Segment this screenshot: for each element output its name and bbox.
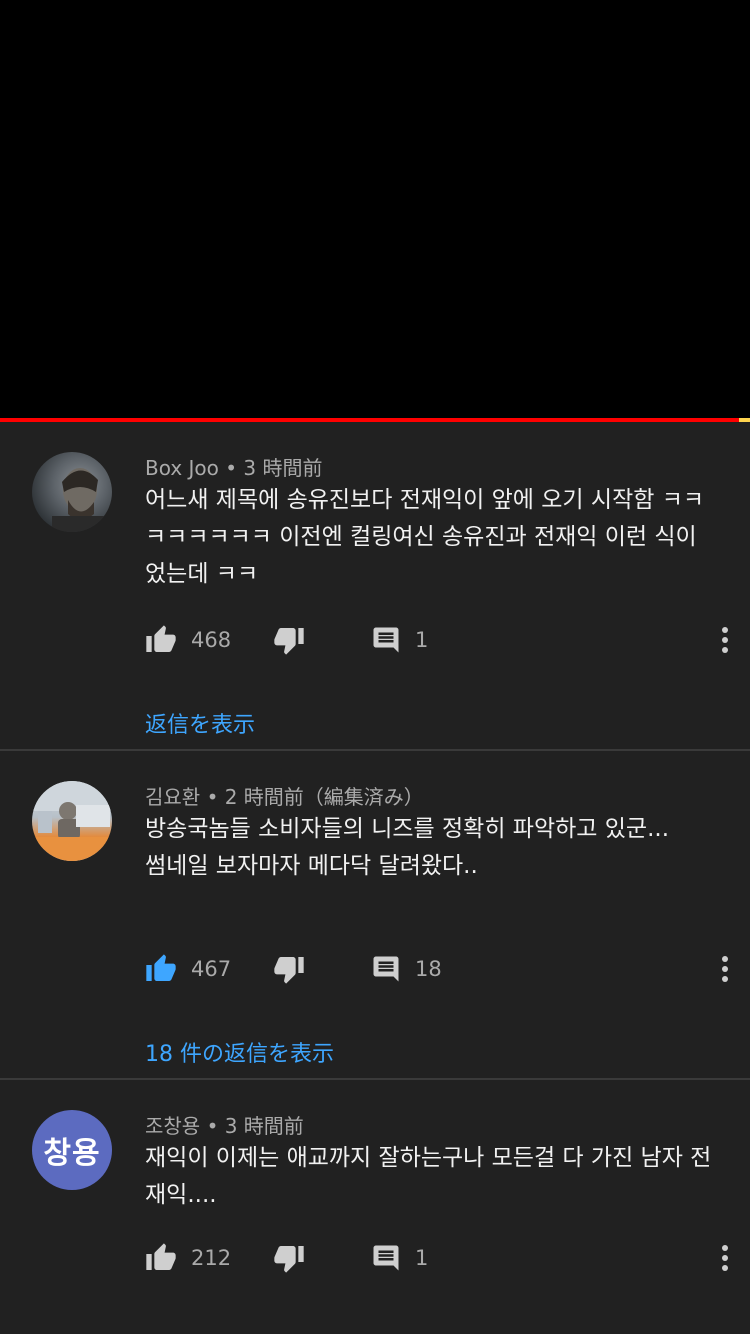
meta-separator: • xyxy=(206,785,225,809)
avatar[interactable] xyxy=(32,452,112,532)
like-count: 468 xyxy=(191,628,232,652)
avatar-portrait-image xyxy=(52,468,112,532)
thumbs-up-icon xyxy=(146,625,176,652)
comment: Box Joo • 3 時間前 어느새 제목에 송유진보다 전재익이 앞에 오기… xyxy=(0,422,750,751)
comment: 창용 조창용 • 3 時間前 재익이 이제는 애교까지 잘하는구나 모든걸 다 … xyxy=(0,1080,750,1320)
reply-button[interactable]: 1 xyxy=(371,620,428,660)
dislike-button[interactable] xyxy=(273,949,305,989)
video-player[interactable] xyxy=(0,0,750,418)
meta-separator: • xyxy=(225,456,244,480)
comment-icon xyxy=(373,627,399,653)
show-replies-link[interactable]: 返信を表示 xyxy=(145,707,255,739)
comments-list: Box Joo • 3 時間前 어느새 제목에 송유진보다 전재익이 앞에 오기… xyxy=(0,422,750,1320)
comment-author[interactable]: Box Joo xyxy=(145,456,219,480)
thumbs-up-icon xyxy=(146,954,176,981)
reply-button[interactable]: 1 xyxy=(371,1238,428,1278)
thumbs-down-icon xyxy=(274,957,304,984)
like-count: 467 xyxy=(191,957,232,981)
dislike-button[interactable] xyxy=(273,620,305,660)
comment-time: 2 時間前（編集済み） xyxy=(224,785,424,809)
avatar-statue-image xyxy=(32,781,112,861)
more-vert-icon xyxy=(722,1245,728,1271)
more-options-button[interactable] xyxy=(715,620,735,660)
comment-actions: 467 18 xyxy=(145,949,735,989)
comment-author[interactable]: 조창용 xyxy=(145,1114,200,1138)
comment-time: 3 時間前 xyxy=(243,456,323,480)
reply-count: 1 xyxy=(415,628,429,652)
comment-meta: Box Joo • 3 時間前 xyxy=(145,452,323,481)
comment-icon xyxy=(373,1245,399,1271)
comment-text: 재익이 이제는 애교까지 잘하는구나 모든걸 다 가진 남자 전재익.... xyxy=(145,1145,712,1208)
comment-icon xyxy=(373,956,399,982)
comment-meta: 김요환 • 2 時間前（編集済み） xyxy=(145,781,424,810)
comment-meta: 조창용 • 3 時間前 xyxy=(145,1110,304,1139)
reply-count: 18 xyxy=(415,957,442,981)
avatar-initials: 창용 xyxy=(43,1136,101,1171)
comment: 김요환 • 2 時間前（編集済み） 방송국놈들 소비자들의 니즈를 정확히 파악… xyxy=(0,751,750,1080)
comment-text: 방송국놈들 소비자들의 니즈를 정확히 파악하고 있군... 썸네일 보자마자 … xyxy=(145,816,670,879)
more-vert-icon xyxy=(722,627,728,653)
more-options-button[interactable] xyxy=(715,949,735,989)
like-button[interactable]: 212 xyxy=(145,1238,231,1278)
more-options-button[interactable] xyxy=(715,1238,735,1278)
like-count: 212 xyxy=(191,1246,232,1270)
comment-author[interactable]: 김요환 xyxy=(145,785,200,809)
like-button[interactable]: 467 xyxy=(145,949,231,989)
meta-separator: • xyxy=(206,1114,225,1138)
show-replies-link[interactable]: 18 件の返信を表示 xyxy=(145,1036,334,1068)
avatar[interactable] xyxy=(32,781,112,861)
more-vert-icon xyxy=(722,956,728,982)
comment-actions: 212 1 xyxy=(145,1238,735,1278)
avatar[interactable]: 창용 xyxy=(32,1110,112,1190)
reply-count: 1 xyxy=(415,1246,429,1270)
like-button[interactable]: 468 xyxy=(145,620,231,660)
comment-actions: 468 1 xyxy=(145,620,735,660)
dislike-button[interactable] xyxy=(273,1238,305,1278)
thumbs-up-icon xyxy=(146,1243,176,1270)
comment-text: 어느새 제목에 송유진보다 전재익이 앞에 오기 시작함 ㅋㅋㅋㅋㅋㅋㅋㅋ 이전… xyxy=(145,487,705,587)
thumbs-down-icon xyxy=(274,1246,304,1273)
comment-time: 3 時間前 xyxy=(224,1114,304,1138)
reply-button[interactable]: 18 xyxy=(371,949,442,989)
thumbs-down-icon xyxy=(274,628,304,655)
